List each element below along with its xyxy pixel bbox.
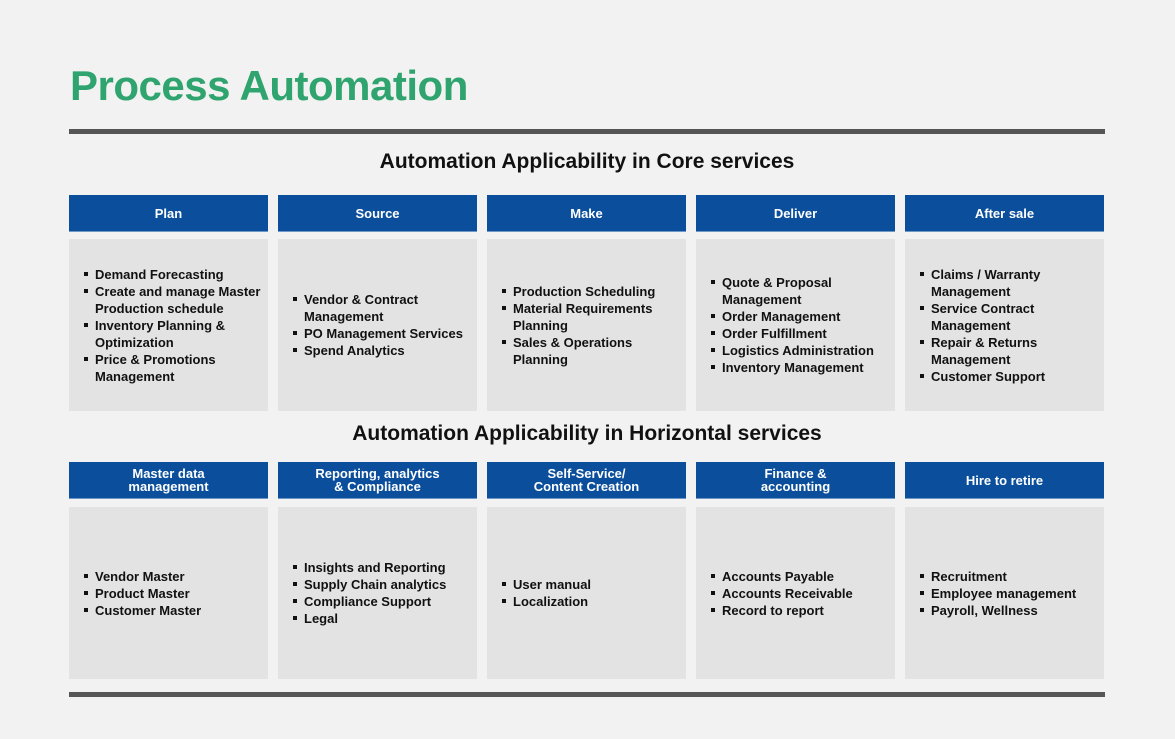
column-header-label: Source <box>355 205 400 221</box>
list-item: Inventory Planning & Optimization <box>84 317 268 351</box>
bullet-list: Quote & Proposal Management Order Managem… <box>696 274 895 376</box>
list-item: Production Scheduling <box>502 283 686 300</box>
column-header-label: Plan <box>154 205 183 221</box>
service-column: Hire to retire Recruitment Employee manage… <box>905 462 1104 679</box>
list-item: Accounts Receivable <box>711 585 895 602</box>
core-section-title: Automation Applicability in Core service… <box>379 150 795 173</box>
list-item: Sales & Operations Planning <box>502 334 686 368</box>
service-column: Reporting, analytics & Compliance Insight… <box>278 462 477 679</box>
column-header: Make <box>487 195 686 232</box>
list-item: Supply Chain analytics <box>293 576 477 593</box>
column-header-label: Reporting, analytics & Compliance <box>315 466 440 494</box>
list-item: Price & Promotions Management <box>84 351 268 385</box>
list-item: Demand Forecasting <box>84 266 268 283</box>
column-header-label: Self-Service/ Content Creation <box>533 466 640 494</box>
list-item: Customer Master <box>84 602 268 619</box>
list-item: Payroll, Wellness <box>920 602 1104 619</box>
column-header: Source <box>278 195 477 232</box>
column-body: Claims / Warranty Management Service Cont… <box>905 239 1104 411</box>
column-header: Reporting, analytics & Compliance <box>278 462 477 499</box>
column-header: Master data management <box>69 462 268 499</box>
list-item: Legal <box>293 610 477 627</box>
service-column: Master data management Vendor Master Produ… <box>69 462 268 679</box>
column-body: Production Scheduling Material Requiremen… <box>487 239 686 411</box>
column-header-label: Master data management <box>128 466 209 494</box>
service-column: Deliver Quote & Proposal Management Order … <box>696 195 895 411</box>
service-column: Finance & accounting Accounts Payable Acco… <box>696 462 895 679</box>
bullet-list: Production Scheduling Material Requiremen… <box>487 283 686 368</box>
list-item: Localization <box>502 593 686 610</box>
list-item: Compliance Support <box>293 593 477 610</box>
column-header-label: After sale <box>974 205 1035 221</box>
list-item: Accounts Payable <box>711 568 895 585</box>
column-header-label: Hire to retire <box>965 472 1044 488</box>
bullet-list: Vendor Master Product Master Customer Mast… <box>69 568 268 619</box>
list-item: Vendor & Contract Management <box>293 291 477 325</box>
column-body: Vendor Master Product Master Customer Mast… <box>69 507 268 679</box>
column-body: Recruitment Employee management Payroll, W… <box>905 507 1104 679</box>
service-column: Self-Service/ Content Creation User manua… <box>487 462 686 679</box>
list-item: Order Management <box>711 308 895 325</box>
column-body: User manual Localization <box>487 507 686 679</box>
column-header: Deliver <box>696 195 895 232</box>
list-item: User manual <box>502 576 686 593</box>
list-item: Product Master <box>84 585 268 602</box>
list-item: Recruitment <box>920 568 1104 585</box>
column-header: Hire to retire <box>905 462 1104 499</box>
bullet-list: Insights and Reporting Supply Chain analy… <box>278 559 477 627</box>
list-item: Service Contract Management <box>920 300 1104 334</box>
list-item: Employee management <box>920 585 1104 602</box>
service-column: After sale Claims / Warranty Management Se… <box>905 195 1104 411</box>
list-item: PO Management Services <box>293 325 477 342</box>
top-divider <box>69 129 1105 134</box>
bullet-list: Demand Forecasting Create and manage Mast… <box>69 266 268 385</box>
list-item: Vendor Master <box>84 568 268 585</box>
core-services-row: Plan Demand Forecasting Create and manage … <box>69 195 1105 411</box>
list-item: Claims / Warranty Management <box>920 266 1104 300</box>
column-body: Quote & Proposal Management Order Managem… <box>696 239 895 411</box>
page-title: Process Automation <box>70 62 468 109</box>
column-header-label: Finance & accounting <box>760 466 831 494</box>
column-body: Insights and Reporting Supply Chain analy… <box>278 507 477 679</box>
bullet-list: User manual Localization <box>487 576 686 610</box>
bullet-list: Recruitment Employee management Payroll, W… <box>905 568 1104 619</box>
list-item: Insights and Reporting <box>293 559 477 576</box>
list-item: Repair & Returns Management <box>920 334 1104 368</box>
service-column: Plan Demand Forecasting Create and manage … <box>69 195 268 411</box>
column-body: Vendor & Contract Management PO Managemen… <box>278 239 477 411</box>
bullet-list: Claims / Warranty Management Service Cont… <box>905 266 1104 385</box>
horizontal-services-row: Master data management Vendor Master Produ… <box>69 462 1105 679</box>
service-column: Source Vendor & Contract Management PO Man… <box>278 195 477 411</box>
list-item: Logistics Administration <box>711 342 895 359</box>
list-item: Spend Analytics <box>293 342 477 359</box>
service-column: Make Production Scheduling Material Requir… <box>487 195 686 411</box>
list-item: Inventory Management <box>711 359 895 376</box>
column-header: After sale <box>905 195 1104 232</box>
list-item: Quote & Proposal Management <box>711 274 895 308</box>
column-header-label: Deliver <box>773 205 818 221</box>
list-item: Order Fulfillment <box>711 325 895 342</box>
bullet-list: Vendor & Contract Management PO Managemen… <box>278 291 477 359</box>
column-body: Demand Forecasting Create and manage Mast… <box>69 239 268 411</box>
list-item: Record to report <box>711 602 895 619</box>
column-body: Accounts Payable Accounts Receivable Recor… <box>696 507 895 679</box>
column-header: Plan <box>69 195 268 232</box>
column-header: Finance & accounting <box>696 462 895 499</box>
column-header: Self-Service/ Content Creation <box>487 462 686 499</box>
horizontal-section-title: Automation Applicability in Horizontal s… <box>352 422 822 445</box>
bottom-divider <box>69 692 1105 697</box>
list-item: Create and manage Master Production sche… <box>84 283 268 317</box>
bullet-list: Accounts Payable Accounts Receivable Recor… <box>696 568 895 619</box>
list-item: Material Requirements Planning <box>502 300 686 334</box>
list-item: Customer Support <box>920 368 1104 385</box>
column-header-label: Make <box>570 205 603 221</box>
